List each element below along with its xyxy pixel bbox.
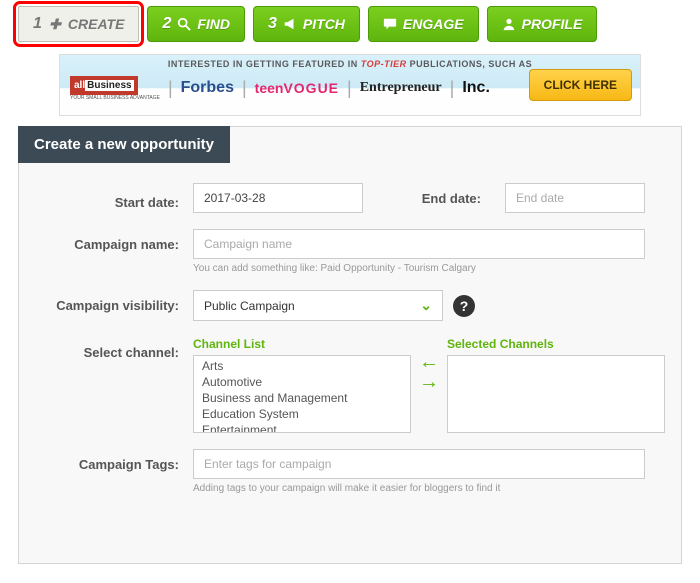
start-date-input[interactable] xyxy=(193,183,363,213)
channel-list[interactable]: Arts Automotive Business and Management … xyxy=(193,355,411,433)
campaign-name-input[interactable] xyxy=(193,229,645,259)
nav-create[interactable]: 1 ✚ CREATE xyxy=(18,6,139,42)
logo-forbes: Forbes xyxy=(181,79,234,97)
logo-sep: | xyxy=(168,78,173,99)
banner-suffix: PUBLICATIONS, SUCH AS xyxy=(410,59,533,69)
nav-find-label: FIND xyxy=(197,16,230,32)
banner-toptier: TOP-TIER xyxy=(361,59,407,69)
selected-channels-title: Selected Channels xyxy=(447,337,673,351)
nav-pitch[interactable]: 3 PITCH xyxy=(253,6,360,42)
row-channels: Select channel: Channel List Arts Automo… xyxy=(39,337,645,433)
nav-pitch-label: PITCH xyxy=(303,16,345,32)
arrow-right-icon[interactable]: → xyxy=(419,375,439,389)
channel-option[interactable]: Entertainment xyxy=(194,422,410,433)
row-visibility: Campaign visibility: Public Campaign ⌄ ? xyxy=(39,290,645,321)
channel-option[interactable]: Automotive xyxy=(194,374,410,390)
logo-teenvogue: teenVOGUE xyxy=(255,80,339,96)
row-tags: Campaign Tags: Adding tags to your campa… xyxy=(39,449,645,494)
panel-title: Create a new opportunity xyxy=(18,126,230,163)
logo-inc: Inc. xyxy=(462,79,490,97)
tags-helper: Adding tags to your campaign will make i… xyxy=(193,483,645,494)
logo-vogue: VOGUE xyxy=(283,80,339,96)
plus-icon: ✚ xyxy=(48,17,62,31)
channel-list-title: Channel List xyxy=(193,337,411,351)
promo-banner: INTERESTED IN GETTING FEATURED IN TOP-TI… xyxy=(59,54,641,116)
tags-input[interactable] xyxy=(193,449,645,479)
nav-pitch-num: 3 xyxy=(268,15,277,33)
selected-channels-list[interactable] xyxy=(447,355,665,433)
nav-profile-label: PROFILE xyxy=(522,16,583,32)
logo-all-prefix: all xyxy=(74,80,85,91)
channel-label: Select channel: xyxy=(39,337,179,360)
logo-sep: | xyxy=(347,78,352,99)
top-nav: 1 ✚ CREATE 2 FIND 3 PITCH ENGAGE PROFILE xyxy=(0,0,700,48)
channel-option[interactable]: Arts xyxy=(194,358,410,374)
arrow-left-icon[interactable]: ← xyxy=(419,355,439,369)
logo-all-sub: YOUR SMALL BUSINESS ADVANTAGE xyxy=(70,95,160,101)
visibility-label: Campaign visibility: xyxy=(39,290,179,313)
visibility-select[interactable]: Public Campaign ⌄ xyxy=(193,290,443,321)
nav-engage-label: ENGAGE xyxy=(403,16,464,32)
row-dates: Start date: End date: xyxy=(39,183,645,213)
tags-label: Campaign Tags: xyxy=(39,449,179,472)
nav-create-num: 1 xyxy=(33,15,42,33)
nav-create-label: CREATE xyxy=(68,16,125,32)
campaign-name-label: Campaign name: xyxy=(39,229,179,252)
logo-entrepreneur: Entrepreneur xyxy=(360,80,442,96)
end-date-label: End date: xyxy=(422,191,491,206)
end-date-input[interactable] xyxy=(505,183,645,213)
logo-allbusiness: allBusiness YOUR SMALL BUSINESS ADVANTAG… xyxy=(70,75,160,101)
person-icon xyxy=(502,17,516,31)
opportunity-form: Start date: End date: Campaign name: You… xyxy=(19,163,681,494)
search-icon xyxy=(177,17,191,31)
banner-cta-button[interactable]: CLICK HERE xyxy=(529,69,632,101)
nav-find-num: 2 xyxy=(162,15,171,33)
channel-swap-controls: ← → xyxy=(419,337,439,389)
nav-engage[interactable]: ENGAGE xyxy=(368,6,479,42)
logo-teen: teen xyxy=(255,80,284,96)
banner-headline: INTERESTED IN GETTING FEATURED IN TOP-TI… xyxy=(70,59,630,69)
nav-find[interactable]: 2 FIND xyxy=(147,6,245,42)
chat-icon xyxy=(383,17,397,31)
banner-prefix: INTERESTED IN GETTING FEATURED IN xyxy=(168,59,358,69)
form-panel: Create a new opportunity Start date: End… xyxy=(18,126,682,564)
visibility-value: Public Campaign xyxy=(204,299,295,313)
start-date-label: Start date: xyxy=(39,187,179,210)
row-campaign-name: Campaign name: You can add something lik… xyxy=(39,229,645,274)
logo-sep: | xyxy=(242,78,247,99)
chevron-down-icon: ⌄ xyxy=(420,297,432,314)
campaign-name-helper: You can add something like: Paid Opportu… xyxy=(193,263,645,274)
megaphone-icon xyxy=(283,17,297,31)
channel-option[interactable]: Business and Management xyxy=(194,390,410,406)
logo-all-biz: Business xyxy=(85,80,133,91)
logo-sep: | xyxy=(450,78,455,99)
help-icon[interactable]: ? xyxy=(453,295,475,317)
nav-profile[interactable]: PROFILE xyxy=(487,6,598,42)
channel-option[interactable]: Education System xyxy=(194,406,410,422)
